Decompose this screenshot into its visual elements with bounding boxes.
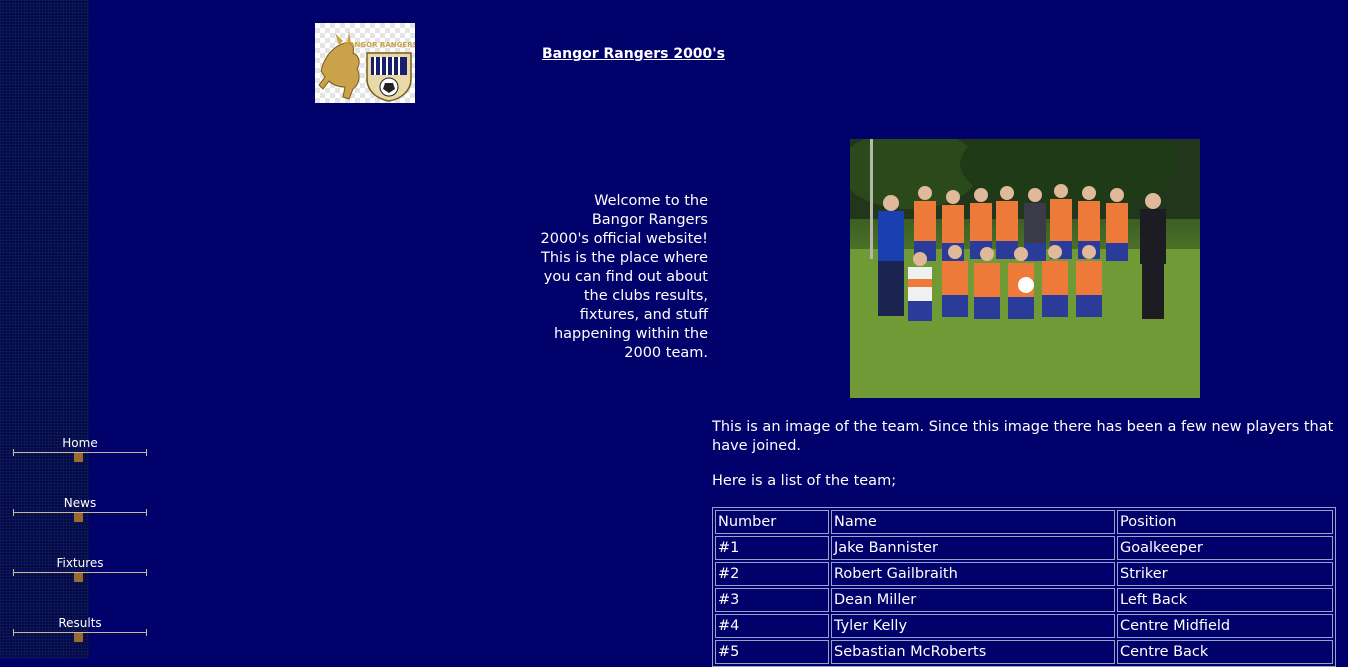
table-row: #4 Tyler Kelly Centre Midfield (715, 614, 1333, 638)
nav-news-label[interactable]: News (13, 496, 147, 510)
table-cell: Sebastian McRoberts (831, 640, 1115, 664)
table-cell: Dean Miller (831, 588, 1115, 612)
table-row: #2 Robert Gailbraith Striker (715, 562, 1333, 586)
nav-news[interactable]: News (13, 496, 147, 526)
club-logo: BANGOR RANGERS F.C. (315, 23, 434, 103)
nav-marker-icon (74, 633, 83, 642)
table-cell: Centre Midfield (1117, 614, 1333, 638)
welcome-text: Welcome to the Bangor Rangers 2000's off… (540, 193, 708, 361)
table-cell: #1 (715, 536, 829, 560)
photo-caption: This is an image of the team. Since this… (712, 419, 1334, 454)
table-cell: #5 (715, 640, 829, 664)
table-cell: #4 (715, 614, 829, 638)
nav-fixtures-label[interactable]: Fixtures (13, 556, 147, 570)
table-cell: Striker (1117, 562, 1333, 586)
nav-marker-icon (74, 453, 83, 462)
logo-text: BANGOR RANGERS F.C. (344, 41, 415, 49)
nav-results-label[interactable]: Results (13, 616, 147, 630)
table-header-row: Number Name Position (715, 510, 1333, 534)
table-cell: Robert Gailbraith (831, 562, 1115, 586)
table-row: #1 Jake Bannister Goalkeeper (715, 536, 1333, 560)
nav-marker-icon (74, 513, 83, 522)
nav-fixtures[interactable]: Fixtures (13, 556, 147, 586)
table-row: #5 Sebastian McRoberts Centre Back (715, 640, 1333, 664)
nav-results[interactable]: Results (13, 616, 147, 646)
nav-home[interactable]: Home (13, 436, 147, 466)
table-row: #3 Dean Miller Left Back (715, 588, 1333, 612)
team-list-intro: Here is a list of the team; (712, 473, 897, 489)
table-cell: Goalkeeper (1117, 536, 1333, 560)
table-header-cell: Name (831, 510, 1115, 534)
table-cell: Jake Bannister (831, 536, 1115, 560)
table-cell: Centre Back (1117, 640, 1333, 664)
team-photo-image (850, 139, 1200, 398)
table-cell: Tyler Kelly (831, 614, 1115, 638)
table-header-cell: Position (1117, 510, 1333, 534)
lion-crest-icon: BANGOR RANGERS F.C. (318, 31, 434, 102)
team-table: Number Name Position #1 Jake Bannister G… (712, 507, 1336, 667)
table-cell: #2 (715, 562, 829, 586)
table-cell: Left Back (1117, 588, 1333, 612)
site-title[interactable]: Bangor Rangers 2000's (542, 45, 742, 64)
table-cell: #3 (715, 588, 829, 612)
nav-marker-icon (74, 573, 83, 582)
table-header-cell: Number (715, 510, 829, 534)
team-photo (850, 139, 1200, 398)
nav-home-label[interactable]: Home (13, 436, 147, 450)
